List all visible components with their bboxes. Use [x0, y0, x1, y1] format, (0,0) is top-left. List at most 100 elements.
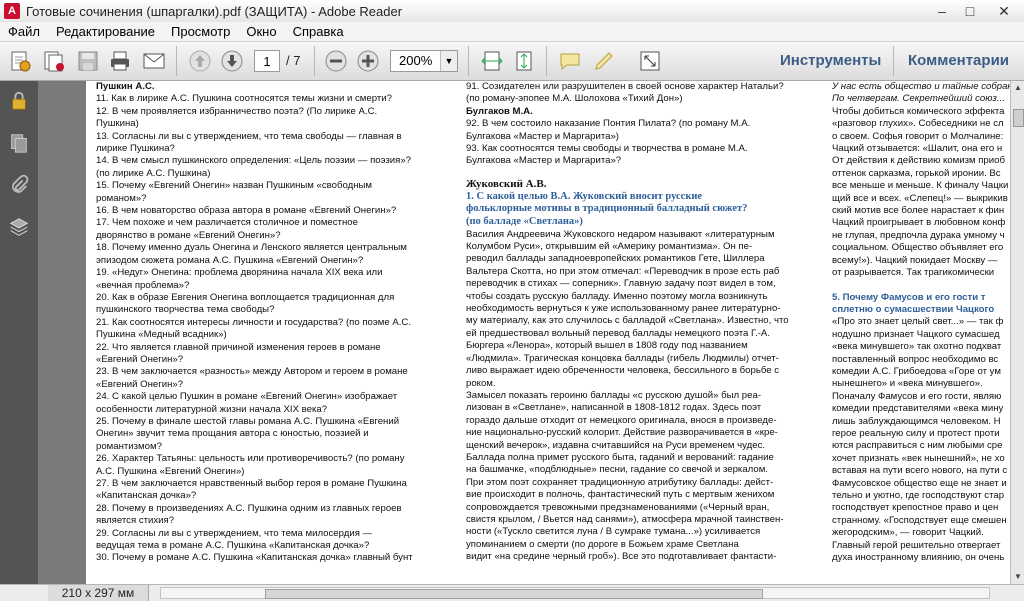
comment-icon[interactable]: [556, 47, 584, 75]
scrollbar-thumb[interactable]: [265, 589, 763, 599]
tools-pane-link[interactable]: Инструменты: [780, 52, 881, 69]
toolbar-separator: [546, 46, 547, 76]
text-line: свистя крылом, / Вьется над санями»), ат…: [466, 513, 784, 525]
text-line: 21. Как соотносятся интересы личности и …: [96, 316, 412, 328]
text-line: «Про это знает целый свет...» — так ф: [832, 316, 1004, 328]
text-line: Пушкина «Медный всадник»): [96, 329, 227, 341]
scroll-down-icon[interactable]: ▼: [1011, 570, 1024, 584]
zoom-in-icon[interactable]: [354, 47, 382, 75]
text-line: У нас есть общество и тайные собрания: [832, 81, 1010, 92]
text-line: комедии представителями «века мину: [832, 403, 1004, 415]
page-thumbnails-icon[interactable]: [7, 131, 31, 155]
fit-page-icon[interactable]: [510, 47, 538, 75]
chevron-down-icon[interactable]: ▼: [440, 51, 457, 71]
document-view[interactable]: Пушкин А.С. 11. Как в лирике А.С. Пушкина…: [38, 81, 1010, 584]
text-line: 20. Как в образе Евгения Онегина воплоща…: [96, 291, 395, 303]
text-line: герое реальную силу и протест проти: [832, 427, 1000, 439]
text-line: особенности литературной жизни начала XI…: [96, 403, 328, 415]
page-size-label: 210 x 297 мм: [48, 585, 149, 601]
text-line: о своем. Софья говорит о Молчалине:: [832, 130, 1004, 142]
essay-question-heading: 1. С какой целью В.А. Жуковский вносит р…: [466, 191, 789, 229]
text-line: щенский вечерок», издавна считавшийся на…: [466, 439, 766, 451]
scrollbar-thumb[interactable]: [1013, 109, 1024, 127]
minimize-button[interactable]: –: [928, 1, 956, 21]
vertical-scrollbar[interactable]: ▲ ▼: [1010, 81, 1024, 584]
print-icon[interactable]: [106, 47, 134, 75]
layers-icon[interactable]: [7, 215, 31, 239]
previous-page-icon[interactable]: [186, 47, 214, 75]
create-pdf-icon[interactable]: [6, 47, 34, 75]
zoom-out-icon[interactable]: [322, 47, 350, 75]
text-line: Василия Андреевича Жуковского недаром на…: [466, 228, 775, 240]
text-line: щий все и всех. «Слепец!» — выкрикив: [832, 192, 1008, 204]
toolbar-separator: [893, 46, 894, 76]
text-line: Поначалу Фамусов и его гости, являю: [832, 390, 1002, 402]
text-line: Чацкий отзывается: «Шалит, она его н: [832, 143, 1003, 155]
bulgakov-questions: 91. Созидателен или разрушителен в своей…: [466, 81, 789, 168]
next-page-icon[interactable]: [218, 47, 246, 75]
text-line: При этом поэт сохраняет традиционную атр…: [466, 476, 774, 488]
maximize-button[interactable]: □: [956, 1, 984, 21]
text-line: Главный герой решительно отвергает: [832, 539, 1001, 551]
text-line: всему!»). Чацкий покидает Москву —: [832, 254, 998, 266]
text-line: Булгакова «Мастер и Маргарита»): [466, 130, 619, 142]
text-line: 27. В чем заключается нравственный выбор…: [96, 478, 407, 489]
text-line: 15. Почему «Евгений Онегин» назван Пушки…: [96, 180, 372, 192]
fit-width-icon[interactable]: [478, 47, 506, 75]
text-line: 12. В чем проявляется избранничество поэ…: [96, 105, 378, 117]
page-total: / 7: [286, 53, 301, 68]
text-line: 14. В чем смысл пушкинского определения:…: [96, 155, 412, 167]
text-line: А.С. Пушкина «Евгений Онегин»): [96, 465, 245, 477]
text-line: Булгакова «Мастер и Маргарита»?: [466, 155, 622, 167]
text-line: 16. В чем новаторство образа автора в ро…: [96, 205, 397, 217]
text-line: жегородским», — говорит Чацкий.: [832, 527, 984, 539]
text-line: на башмачке, «подблюдные» песни, гадание…: [466, 464, 768, 476]
text-line: 18. Почему именно дуэль Онегина и Ленско…: [96, 242, 407, 254]
menu-view[interactable]: Просмотр: [163, 24, 238, 39]
text-line: оттенок сарказма, горькой иронии. Вс: [832, 167, 1001, 179]
text-line: странному. «Господствует еще смешен: [832, 514, 1007, 526]
highlight-icon[interactable]: [590, 47, 618, 75]
page-number-input[interactable]: 1: [254, 50, 280, 72]
text-line: «разговор глухих». Собеседники не сл: [832, 118, 1004, 130]
horizontal-scrollbar[interactable]: [160, 587, 990, 599]
scroll-up-icon[interactable]: ▲: [1011, 81, 1024, 95]
column-griboedov: У нас есть общество и тайные собрания По …: [832, 81, 1010, 564]
menu-window[interactable]: Окно: [238, 24, 284, 39]
security-lock-icon[interactable]: [7, 89, 31, 113]
fullscreen-icon[interactable]: [636, 47, 664, 75]
close-window-button[interactable]: ✕: [984, 1, 1024, 21]
text-line: Колумбом Руси», открывшим ей «Америку ро…: [466, 241, 753, 253]
text-line: социальном. Общество объявляет его: [832, 242, 1004, 254]
text-line: (по лирике А.С. Пушкина): [96, 167, 211, 179]
text-line: 93. Как соотносятся темы свободы и творч…: [466, 143, 748, 155]
toolbar-separator: [314, 46, 315, 76]
text-line: нодушно признает Чацкого сумасшед: [832, 328, 1000, 340]
text-line: 11. Как в лирике А.С. Пушкина соотносятс…: [96, 93, 392, 105]
text-line: не глупая, предпочла дурака умному ч: [832, 229, 1005, 241]
text-line: Баллада полна примет русского быта, гада…: [466, 451, 774, 463]
menu-help[interactable]: Справка: [285, 24, 352, 39]
text-line: «Капитанская дочка»?: [96, 490, 197, 502]
text-line: Чацкий проигрывает в любовном конф: [832, 217, 1006, 229]
text-line: му материалу, как это случилось с баллад…: [466, 315, 789, 327]
text-line: По четвергам. Секретнейший союз...: [832, 93, 1005, 105]
text-line: лирике Пушкина?: [96, 143, 175, 155]
text-line: 25. Почему в финале шестой главы романа …: [96, 415, 400, 427]
combine-pdf-icon[interactable]: [40, 47, 68, 75]
text-line: вставая на пути всего нового, на пути с: [832, 465, 1008, 477]
text-line: комедии А.С. Грибоедова «Горе от ум: [832, 365, 1001, 377]
text-line: лизован в «Светлане», написанной в 1808-…: [466, 402, 762, 414]
text-line: ются расправиться с ним любыми сре: [832, 440, 1003, 452]
zoom-value: 200%: [399, 53, 433, 68]
menu-file[interactable]: Файл: [0, 24, 48, 39]
save-icon[interactable]: [74, 47, 102, 75]
menu-edit[interactable]: Редактирование: [48, 24, 163, 39]
attachments-icon[interactable]: [7, 173, 31, 197]
text-line: духа иностранному влиянию, он очень: [832, 552, 1005, 564]
email-icon[interactable]: [140, 47, 168, 75]
zoom-select[interactable]: 200% ▼: [390, 50, 458, 72]
text-line: 19. «Недуг» Онегина: проблема дворянина …: [96, 267, 383, 279]
text-line: господствует крепостное право и цен: [832, 502, 999, 514]
comments-pane-link[interactable]: Комментарии: [908, 52, 1009, 69]
